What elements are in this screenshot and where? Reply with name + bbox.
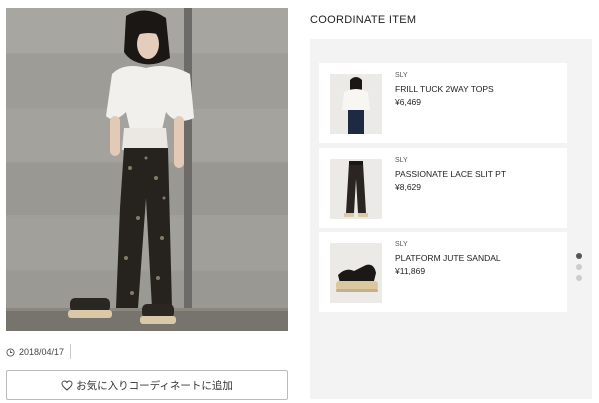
clock-icon bbox=[6, 347, 15, 357]
post-date: 2018/04/17 bbox=[6, 345, 64, 359]
item-brand: SLY bbox=[395, 241, 408, 248]
coordinate-item-card[interactable]: SLY PLATFORM JUTE SANDAL ¥11,869 bbox=[319, 232, 567, 312]
pager-dot-3[interactable] bbox=[576, 275, 582, 281]
add-favorite-label: お気に入りコーディネートに追加 bbox=[76, 379, 233, 392]
coordinate-photo bbox=[6, 8, 288, 331]
coordinate-item-list: SLY FRILL TUCK 2WAY TOPS ¥6,469 SLY PASS… bbox=[310, 39, 592, 399]
coordinate-item-card[interactable]: SLY PASSIONATE LACE SLIT PT ¥8,629 bbox=[319, 148, 567, 228]
item-name[interactable]: PLATFORM JUTE SANDAL bbox=[395, 253, 501, 263]
item-price: ¥11,869 bbox=[395, 266, 426, 276]
carousel-pager bbox=[576, 253, 582, 281]
item-price: ¥6,469 bbox=[395, 97, 421, 107]
item-brand: SLY bbox=[395, 157, 408, 164]
pager-dot-1[interactable] bbox=[576, 253, 582, 259]
item-name[interactable]: PASSIONATE LACE SLIT PT bbox=[395, 169, 506, 179]
date-divider bbox=[70, 344, 71, 359]
item-price: ¥8,629 bbox=[395, 182, 421, 192]
heart-icon bbox=[61, 379, 73, 391]
add-favorite-button[interactable]: お気に入りコーディネートに追加 bbox=[6, 370, 288, 400]
item-name[interactable]: FRILL TUCK 2WAY TOPS bbox=[395, 84, 494, 94]
item-thumbnail[interactable] bbox=[330, 243, 382, 303]
item-brand: SLY bbox=[395, 72, 408, 79]
post-date-text: 2018/04/17 bbox=[19, 347, 65, 357]
coordinate-item-card[interactable]: SLY FRILL TUCK 2WAY TOPS ¥6,469 bbox=[319, 63, 567, 143]
item-thumbnail[interactable] bbox=[330, 74, 382, 134]
coordinate-item-title: COORDINATE ITEM bbox=[310, 14, 417, 26]
item-thumbnail[interactable] bbox=[330, 159, 382, 219]
pager-dot-2[interactable] bbox=[576, 264, 582, 270]
coordinate-photo-image bbox=[6, 8, 288, 331]
